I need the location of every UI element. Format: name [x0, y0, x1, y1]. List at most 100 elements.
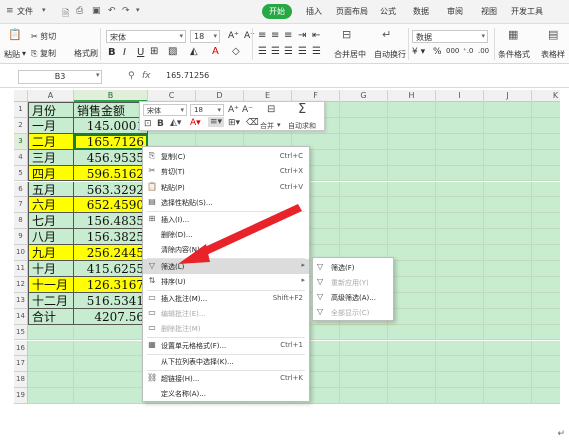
- cell[interactable]: [340, 388, 388, 405]
- column-title-sales[interactable]: 销售金额: [74, 102, 148, 118]
- context-menu-item[interactable]: 删除(D)...: [143, 227, 309, 242]
- underline-icon[interactable]: U: [137, 47, 144, 58]
- clear-format-icon[interactable]: ◇: [232, 46, 240, 57]
- cell[interactable]: [340, 149, 388, 166]
- sales-amount-cell[interactable]: 415.6255: [74, 261, 148, 277]
- increase-decimal-icon[interactable]: ⁺.0: [463, 47, 473, 55]
- cell[interactable]: [532, 324, 560, 341]
- tab-developer[interactable]: 开发工具: [511, 6, 543, 17]
- cell[interactable]: [28, 388, 74, 405]
- decrease-font-icon[interactable]: A⁻: [242, 105, 253, 115]
- align-center-icon[interactable]: ≡▾: [208, 117, 225, 127]
- context-menu-item[interactable]: 📋 粘贴(P) Ctrl+V: [143, 180, 309, 195]
- paste-icon[interactable]: 📋: [8, 28, 22, 41]
- month-cell[interactable]: 十二月: [28, 292, 74, 309]
- tab-home[interactable]: 开始: [262, 4, 292, 19]
- cell[interactable]: [340, 229, 388, 246]
- cell[interactable]: [532, 197, 560, 214]
- paste-dropdown-icon[interactable]: ▾: [22, 49, 26, 58]
- chevron-down-icon[interactable]: ▾: [136, 6, 140, 14]
- font-color-icon[interactable]: A▾: [190, 118, 201, 128]
- bold-icon[interactable]: B: [108, 47, 116, 58]
- paste-button[interactable]: 粘贴: [4, 49, 20, 60]
- sales-amount-cell[interactable]: 165.7126: [74, 133, 148, 150]
- month-cell[interactable]: 十月: [28, 261, 74, 277]
- month-cell[interactable]: 九月: [28, 245, 74, 261]
- save-icon[interactable]: 🗎: [62, 6, 69, 22]
- percent-icon[interactable]: %: [433, 47, 442, 57]
- cell[interactable]: [388, 324, 436, 341]
- align-top-icon[interactable]: ≡: [258, 30, 266, 41]
- cell[interactable]: [388, 102, 436, 118]
- distribute-icon[interactable]: ☰: [312, 46, 321, 57]
- row-header[interactable]: 2: [14, 117, 28, 134]
- cell[interactable]: [484, 197, 532, 214]
- context-menu-item[interactable]: 定义名称(A)...: [143, 386, 309, 401]
- cell[interactable]: [436, 292, 484, 309]
- cell[interactable]: [532, 372, 560, 389]
- cell[interactable]: [532, 245, 560, 261]
- row-header[interactable]: 18: [14, 372, 28, 389]
- cell[interactable]: [388, 276, 436, 293]
- sales-amount-cell[interactable]: 4207.56: [74, 308, 148, 325]
- tab-page-layout[interactable]: 页面布局: [336, 6, 368, 17]
- font-name-select[interactable]: 宋体 ▾: [106, 30, 186, 43]
- month-cell[interactable]: 三月: [28, 149, 74, 166]
- cell[interactable]: [484, 213, 532, 230]
- cell[interactable]: [436, 181, 484, 198]
- row-header[interactable]: 4: [14, 149, 28, 166]
- context-menu-item[interactable]: ▭ 插入批注(M)... Shift+F2: [143, 291, 309, 306]
- column-header[interactable]: H: [388, 90, 436, 102]
- column-title-month[interactable]: 月份: [28, 102, 74, 118]
- row-header[interactable]: 8: [14, 213, 28, 230]
- column-header[interactable]: J: [484, 90, 532, 102]
- highlight-icon[interactable]: ◭: [190, 46, 198, 57]
- mini-font-size-select[interactable]: 18 ▾: [190, 104, 224, 116]
- merge-button[interactable]: 合并: [260, 121, 274, 131]
- context-menu-item[interactable]: ▽ 筛选(L) ▸: [143, 258, 309, 274]
- tab-data[interactable]: 数据: [413, 6, 429, 17]
- cell[interactable]: [532, 340, 560, 357]
- autosum-button[interactable]: 自动求和: [288, 121, 316, 131]
- cell[interactable]: [340, 165, 388, 182]
- row-header[interactable]: 16: [14, 340, 28, 357]
- cell[interactable]: [340, 197, 388, 214]
- cell[interactable]: [388, 117, 436, 134]
- cell[interactable]: [484, 340, 532, 357]
- select-all-corner[interactable]: [14, 90, 28, 102]
- sales-amount-cell[interactable]: 652.4590: [74, 197, 148, 214]
- cell[interactable]: [28, 356, 74, 373]
- cell[interactable]: [436, 229, 484, 246]
- cell[interactable]: [532, 133, 560, 150]
- cell[interactable]: [532, 261, 560, 277]
- cell[interactable]: [436, 197, 484, 214]
- cut-button[interactable]: ✂ 剪切: [31, 31, 56, 42]
- row-header[interactable]: 7: [14, 197, 28, 214]
- cell[interactable]: [436, 245, 484, 261]
- cell[interactable]: [436, 213, 484, 230]
- wrap-text-icon[interactable]: ↵: [382, 28, 391, 41]
- row-header[interactable]: 17: [14, 356, 28, 373]
- row-header[interactable]: 19: [14, 388, 28, 405]
- cell[interactable]: [388, 213, 436, 230]
- cell[interactable]: [388, 245, 436, 261]
- month-cell[interactable]: 二月: [28, 133, 74, 150]
- cell[interactable]: [484, 133, 532, 150]
- cell[interactable]: [28, 340, 74, 357]
- indent-icon[interactable]: ⇥: [298, 30, 306, 41]
- cell[interactable]: [388, 372, 436, 389]
- column-header[interactable]: A: [28, 90, 74, 102]
- month-cell[interactable]: 一月: [28, 117, 74, 134]
- context-menu-item[interactable]: ⊞ 插入(I)...: [143, 212, 309, 227]
- autosum-icon[interactable]: Σ: [298, 102, 306, 117]
- month-cell[interactable]: 八月: [28, 229, 74, 246]
- cell[interactable]: [484, 181, 532, 198]
- sales-amount-cell[interactable]: 126.3167: [74, 276, 148, 293]
- cell[interactable]: [340, 117, 388, 134]
- month-cell[interactable]: 六月: [28, 197, 74, 214]
- print-icon[interactable]: ⎙: [76, 6, 83, 16]
- cell[interactable]: [532, 165, 560, 182]
- cell[interactable]: [388, 340, 436, 357]
- cell[interactable]: [436, 276, 484, 293]
- context-menu-item[interactable]: ✂ 剪切(T) Ctrl+X: [143, 164, 309, 179]
